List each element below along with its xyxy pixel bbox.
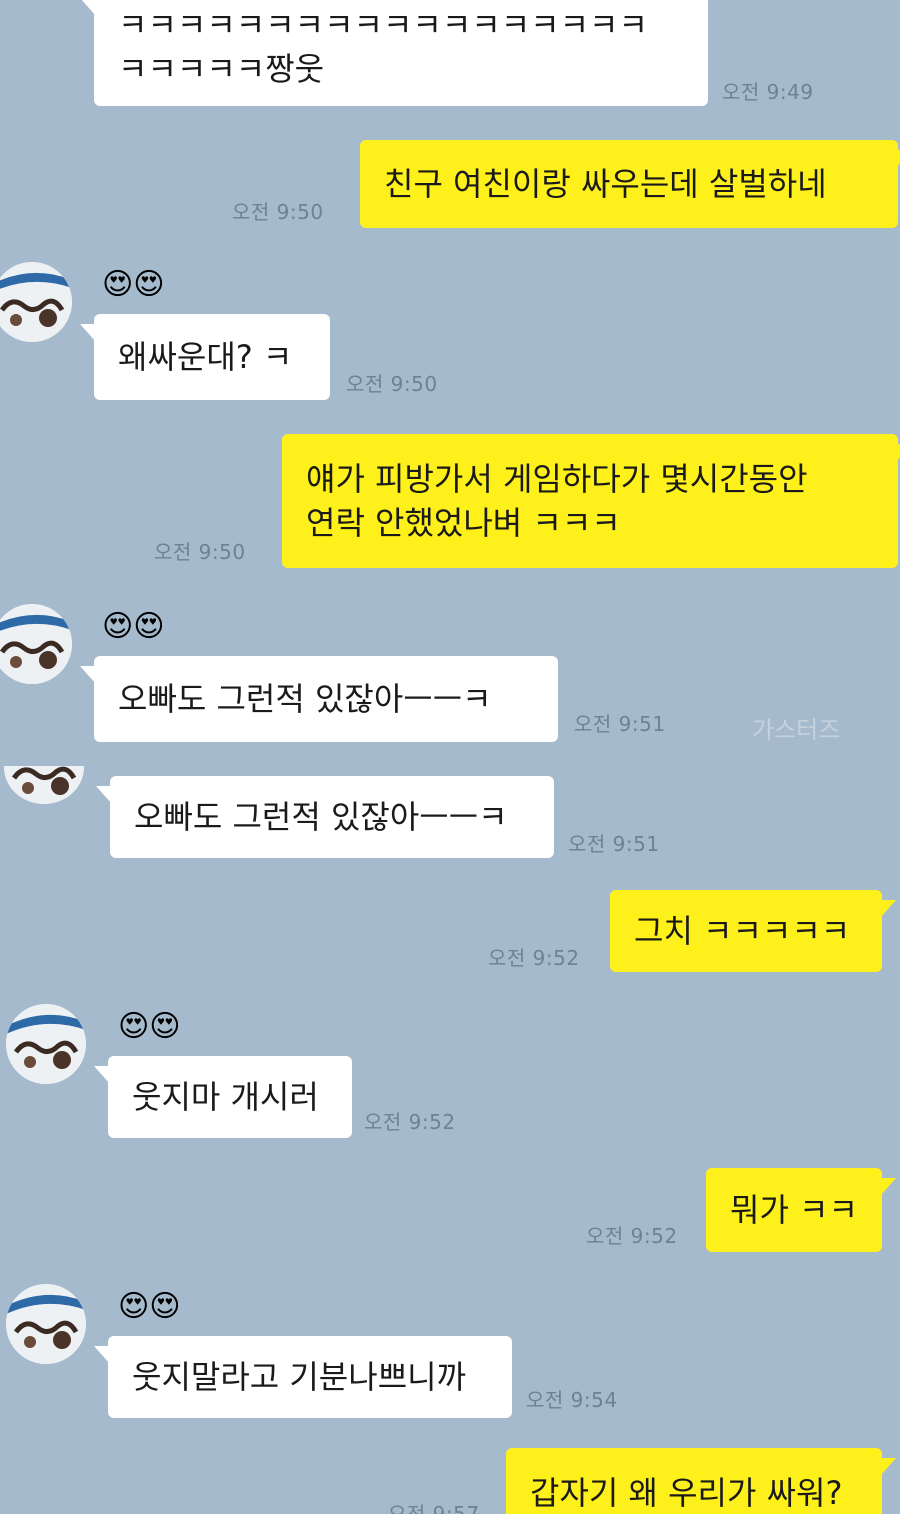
sender-avatar[interactable] [6,1284,86,1364]
message-timestamp: 오전 9:51 [574,712,666,736]
message-timestamp: 오전 9:49 [722,80,814,104]
sender-avatar[interactable] [4,766,84,804]
watermark: 가스터즈 [752,716,841,744]
sender-name-emoji: 😍😍 [102,610,165,644]
sender-avatar[interactable] [0,604,72,684]
message-text: 오빠도 그런적 있잖아ㅡㅡㅋ [118,680,492,718]
heart-eyes-emoji-pair: 😍😍 [102,267,165,302]
chat-room: ㅋㅋㅋㅋㅋㅋㅋㅋㅋㅋㅋㅋㅋㅋㅋㅋㅋㅋ ㅋㅋㅋㅋㅋ짱웃 오전 9:49 친구 여친… [0,0,900,1514]
message-bubble-incoming[interactable]: ㅋㅋㅋㅋㅋㅋㅋㅋㅋㅋㅋㅋㅋㅋㅋㅋㅋㅋ ㅋㅋㅋㅋㅋ짱웃 [80,0,708,106]
sender-avatar[interactable] [6,1004,86,1084]
message-timestamp: 오전 9:52 [488,946,580,970]
heart-eyes-emoji-pair: 😍😍 [118,1009,181,1044]
message-timestamp: 오전 9:50 [232,200,324,224]
message-timestamp: 오전 9:51 [568,832,660,856]
message-bubble-outgoing[interactable]: 친구 여친이랑 싸우는데 살벌하네 [360,140,900,228]
message-bubble-incoming[interactable]: 오빠도 그런적 있잖아ㅡㅡㅋ [80,656,558,742]
message-bubble-outgoing[interactable]: 얘가 피방가서 게임하다가 몇시간동안 연락 안했었나벼 ㅋㅋㅋ [282,434,900,568]
sender-name-emoji: 😍😍 [102,268,165,302]
message-text: 갑자기 왜 우리가 싸워? [530,1474,843,1512]
heart-eyes-emoji-pair: 😍😍 [102,609,165,644]
message-timestamp: 오전 9:54 [526,1388,618,1412]
sender-name-emoji: 😍😍 [118,1290,181,1324]
message-bubble-incoming[interactable]: 오빠도 그런적 있잖아ㅡㅡㅋ [96,776,554,858]
message-timestamp: 오전 9:52 [586,1224,678,1248]
message-bubble-incoming[interactable]: 왜싸운대? ㅋ [80,314,330,400]
message-text: 뭐가 ㅋㅋ [730,1191,858,1229]
message-bubble-incoming[interactable]: 웃지말라고 기분나쁘니까 [94,1336,512,1418]
message-text: 웃지말라고 기분나쁘니까 [132,1358,467,1396]
message-text: ㅋㅋㅋㅋㅋ짱웃 [118,50,325,88]
message-timestamp: 오전 9:50 [154,540,246,564]
heart-eyes-emoji-pair: 😍😍 [118,1289,181,1324]
sender-name-emoji: 😍😍 [118,1010,181,1044]
message-text: 친구 여친이랑 싸우는데 살벌하네 [384,165,827,203]
message-text: 그치 ㅋㅋㅋㅋㅋ [634,912,851,950]
message-bubble-incoming[interactable]: 웃지마 개시러 [94,1056,352,1138]
sender-avatar[interactable] [0,262,72,342]
message-text: 웃지마 개시러 [132,1078,319,1116]
message-text: 오빠도 그런적 있잖아ㅡㅡㅋ [134,798,508,836]
message-bubble-outgoing[interactable]: 뭐가 ㅋㅋ [706,1168,896,1252]
message-bubble-outgoing[interactable]: 갑자기 왜 우리가 싸워? [506,1448,896,1514]
message-text: 연락 안했었나벼 ㅋㅋㅋ [306,504,621,542]
message-timestamp: 오전 9:57 [388,1502,480,1514]
message-timestamp: 오전 9:52 [364,1110,456,1134]
message-bubble-outgoing[interactable]: 그치 ㅋㅋㅋㅋㅋ [610,890,896,972]
message-text: ㅋㅋㅋㅋㅋㅋㅋㅋㅋㅋㅋㅋㅋㅋㅋㅋㅋㅋ [118,6,648,44]
message-timestamp: 오전 9:50 [346,372,438,396]
message-text: 얘가 피방가서 게임하다가 몇시간동안 [306,460,808,498]
message-text: 왜싸운대? ㅋ [118,338,293,376]
